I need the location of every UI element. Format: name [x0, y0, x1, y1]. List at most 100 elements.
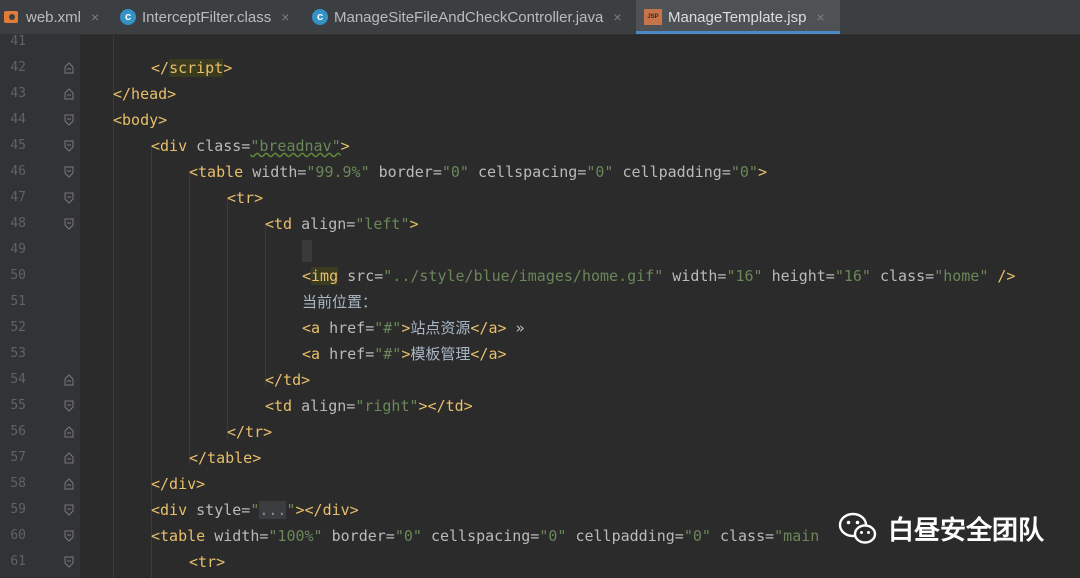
class-file-icon: c — [120, 9, 136, 25]
fold-marker-icon[interactable] — [64, 192, 74, 204]
line-number: 44 — [10, 112, 26, 127]
fold-marker-icon[interactable] — [64, 530, 74, 542]
fold-marker-icon[interactable] — [64, 452, 74, 464]
fold-marker-icon[interactable] — [64, 426, 74, 438]
code-token: class= — [870, 267, 935, 285]
code-token: align= — [301, 397, 356, 415]
code-token: "99.9%" — [306, 163, 370, 181]
code-token: src= — [338, 267, 384, 285]
fold-marker-icon[interactable] — [64, 62, 74, 74]
code-token: href= — [329, 345, 375, 363]
code-token: border= — [322, 527, 395, 545]
line-number: 55 — [10, 398, 26, 413]
code-token: "16" — [726, 267, 763, 285]
line-number-gutter: 41 42 43 44 45 46 47 48 49 50 51 52 53 54 55 56 57 58 59 60… — [0, 34, 80, 578]
code-token: height= — [762, 267, 835, 285]
code-token: </tr> — [227, 423, 273, 441]
line-number: 46 — [10, 164, 26, 179]
fold-marker-icon[interactable] — [64, 114, 74, 126]
fold-marker-icon[interactable] — [64, 400, 74, 412]
indent-guide — [189, 171, 190, 465]
tab-label: InterceptFilter.class — [142, 8, 272, 26]
code-token: > — [409, 215, 419, 233]
indent-guide — [151, 559, 152, 578]
code-token: "0" — [441, 163, 469, 181]
line-number: 51 — [10, 294, 26, 309]
code-line-56: </tr> — [227, 419, 272, 445]
code-token: cellspacing= — [421, 527, 540, 545]
watermark-text: 白昼安全团队 — [888, 516, 1045, 546]
line-number: 41 — [10, 34, 26, 49]
line-number: 54 — [10, 372, 26, 387]
indent-guide — [227, 197, 228, 439]
code-editor[interactable]: </script> </head> <body> <div class="bre… — [80, 35, 1080, 578]
line-number: 59 — [10, 502, 26, 517]
code-token: > — [757, 163, 767, 181]
code-line-58: </div> — [151, 471, 205, 497]
wechat-icon — [838, 511, 878, 547]
code-token: </ — [151, 59, 170, 77]
fold-marker-icon[interactable] — [64, 556, 74, 568]
code-token: "0" — [683, 527, 711, 545]
tab-managesitefile-controller[interactable]: c ManageSiteFileAndCheckController.java … — [304, 0, 632, 34]
code-token: "home" — [934, 267, 989, 285]
close-icon[interactable]: × — [613, 9, 621, 25]
fold-marker-icon[interactable] — [64, 478, 74, 490]
xml-file-icon — [4, 9, 20, 25]
line-number: 52 — [10, 320, 26, 335]
close-icon[interactable]: × — [816, 9, 824, 25]
code-token: width= — [252, 163, 307, 181]
code-token: border= — [369, 163, 442, 181]
code-token: <a — [302, 345, 330, 363]
code-token: "#" — [374, 319, 402, 337]
code-token: img — [311, 267, 339, 285]
code-token: style= — [196, 501, 251, 519]
code-token: </a> — [470, 345, 507, 363]
code-token: cellpadding= — [613, 163, 731, 181]
text-cursor — [302, 239, 312, 262]
line-number: 42 — [10, 60, 26, 75]
fold-marker-icon[interactable] — [64, 504, 74, 516]
code-line-46: <table width="99.9%" border="0" cellspac… — [189, 159, 767, 185]
tab-label: ManageTemplate.jsp — [668, 8, 807, 26]
line-number: 43 — [10, 86, 26, 101]
fold-marker-icon[interactable] — [64, 166, 74, 178]
close-icon[interactable]: × — [281, 9, 289, 25]
code-token: <a — [302, 319, 330, 337]
tab-managetemplate-jsp[interactable]: JSP ManageTemplate.jsp × — [636, 0, 840, 34]
fold-marker-icon[interactable] — [64, 218, 74, 230]
fold-marker-icon[interactable] — [64, 88, 74, 100]
indent-guide — [265, 223, 266, 387]
code-token: "#" — [374, 345, 402, 363]
code-token: <td — [265, 397, 302, 415]
code-token: </table> — [189, 449, 262, 467]
code-token: " — [286, 501, 296, 519]
code-token: href= — [329, 319, 375, 337]
code-token: cellpadding= — [566, 527, 684, 545]
code-token: » — [506, 319, 525, 337]
code-token: cellspacing= — [468, 163, 587, 181]
fold-marker-icon[interactable] — [64, 140, 74, 152]
code-token: <div — [151, 137, 197, 155]
line-number: 57 — [10, 450, 26, 465]
code-line-47: <tr> — [227, 185, 263, 211]
class-file-icon: c — [312, 9, 328, 25]
close-icon[interactable]: × — [91, 9, 99, 25]
code-token: class= — [196, 137, 251, 155]
code-token: <table — [189, 163, 253, 181]
code-token: /> — [988, 267, 1016, 285]
folded-code-placeholder[interactable]: ... — [259, 501, 287, 519]
code-token: "right" — [355, 397, 419, 415]
code-token: "100%" — [268, 527, 323, 545]
code-token: <tr> — [189, 553, 226, 571]
line-number: 61 — [10, 554, 26, 569]
code-token: "main — [774, 527, 820, 545]
code-line-57: </table> — [189, 445, 261, 471]
code-token: "breadnav" — [250, 137, 341, 155]
code-line-48: <td align="left"> — [265, 211, 419, 237]
code-token: 当前位置： — [302, 293, 378, 311]
line-number: 58 — [10, 476, 26, 491]
fold-marker-icon[interactable] — [64, 374, 74, 386]
tab-interceptfilter-class[interactable]: c InterceptFilter.class × — [112, 0, 302, 34]
line-number: 48 — [10, 216, 26, 231]
